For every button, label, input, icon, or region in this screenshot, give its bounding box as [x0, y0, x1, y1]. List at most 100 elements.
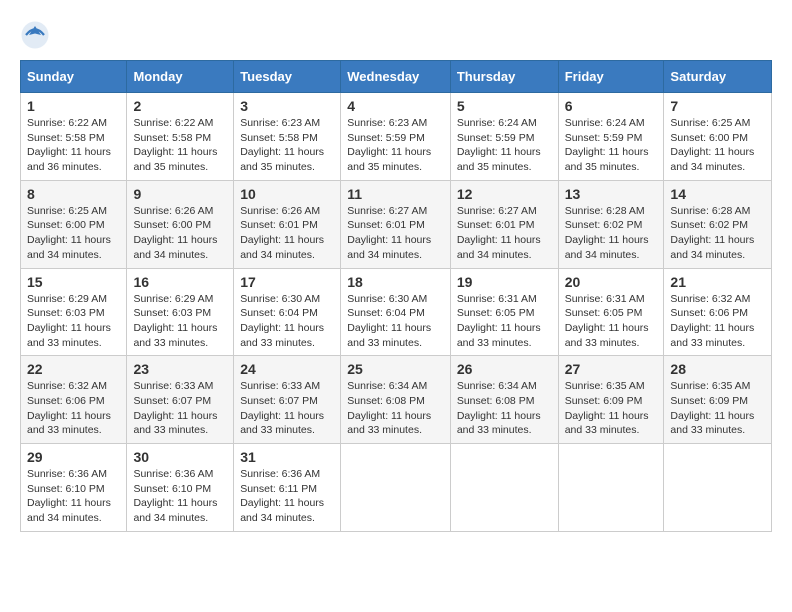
- day-info: Sunrise: 6:36 AM Sunset: 6:10 PM Dayligh…: [133, 467, 227, 526]
- day-info: Sunrise: 6:24 AM Sunset: 5:59 PM Dayligh…: [457, 116, 552, 175]
- calendar-cell: [450, 444, 558, 532]
- day-number: 20: [565, 274, 658, 290]
- day-number: 13: [565, 186, 658, 202]
- calendar-cell: 25 Sunrise: 6:34 AM Sunset: 6:08 PM Dayl…: [341, 356, 451, 444]
- calendar-cell: 13 Sunrise: 6:28 AM Sunset: 6:02 PM Dayl…: [558, 180, 664, 268]
- day-info: Sunrise: 6:36 AM Sunset: 6:10 PM Dayligh…: [27, 467, 120, 526]
- calendar-cell: 3 Sunrise: 6:23 AM Sunset: 5:58 PM Dayli…: [234, 93, 341, 181]
- day-info: Sunrise: 6:22 AM Sunset: 5:58 PM Dayligh…: [27, 116, 120, 175]
- calendar-cell: 5 Sunrise: 6:24 AM Sunset: 5:59 PM Dayli…: [450, 93, 558, 181]
- calendar-cell: 14 Sunrise: 6:28 AM Sunset: 6:02 PM Dayl…: [664, 180, 772, 268]
- calendar-header: SundayMondayTuesdayWednesdayThursdayFrid…: [21, 61, 772, 93]
- day-number: 12: [457, 186, 552, 202]
- day-info: Sunrise: 6:23 AM Sunset: 5:59 PM Dayligh…: [347, 116, 444, 175]
- day-info: Sunrise: 6:33 AM Sunset: 6:07 PM Dayligh…: [133, 379, 227, 438]
- calendar-cell: 7 Sunrise: 6:25 AM Sunset: 6:00 PM Dayli…: [664, 93, 772, 181]
- header-day-saturday: Saturday: [664, 61, 772, 93]
- calendar-cell: 16 Sunrise: 6:29 AM Sunset: 6:03 PM Dayl…: [127, 268, 234, 356]
- calendar-table: SundayMondayTuesdayWednesdayThursdayFrid…: [20, 60, 772, 532]
- day-info: Sunrise: 6:26 AM Sunset: 6:00 PM Dayligh…: [133, 204, 227, 263]
- day-number: 5: [457, 98, 552, 114]
- day-number: 31: [240, 449, 334, 465]
- calendar-cell: 26 Sunrise: 6:34 AM Sunset: 6:08 PM Dayl…: [450, 356, 558, 444]
- day-number: 30: [133, 449, 227, 465]
- day-number: 11: [347, 186, 444, 202]
- day-info: Sunrise: 6:36 AM Sunset: 6:11 PM Dayligh…: [240, 467, 334, 526]
- calendar-cell: [341, 444, 451, 532]
- calendar-cell: [664, 444, 772, 532]
- day-info: Sunrise: 6:25 AM Sunset: 6:00 PM Dayligh…: [670, 116, 765, 175]
- day-number: 10: [240, 186, 334, 202]
- calendar-cell: 18 Sunrise: 6:30 AM Sunset: 6:04 PM Dayl…: [341, 268, 451, 356]
- calendar-cell: 2 Sunrise: 6:22 AM Sunset: 5:58 PM Dayli…: [127, 93, 234, 181]
- day-info: Sunrise: 6:24 AM Sunset: 5:59 PM Dayligh…: [565, 116, 658, 175]
- day-info: Sunrise: 6:30 AM Sunset: 6:04 PM Dayligh…: [240, 292, 334, 351]
- page-header: [20, 20, 772, 50]
- day-number: 26: [457, 361, 552, 377]
- day-info: Sunrise: 6:25 AM Sunset: 6:00 PM Dayligh…: [27, 204, 120, 263]
- day-info: Sunrise: 6:33 AM Sunset: 6:07 PM Dayligh…: [240, 379, 334, 438]
- day-number: 15: [27, 274, 120, 290]
- day-info: Sunrise: 6:34 AM Sunset: 6:08 PM Dayligh…: [457, 379, 552, 438]
- day-info: Sunrise: 6:27 AM Sunset: 6:01 PM Dayligh…: [347, 204, 444, 263]
- day-number: 3: [240, 98, 334, 114]
- calendar-cell: 23 Sunrise: 6:33 AM Sunset: 6:07 PM Dayl…: [127, 356, 234, 444]
- calendar-week-2: 8 Sunrise: 6:25 AM Sunset: 6:00 PM Dayli…: [21, 180, 772, 268]
- day-info: Sunrise: 6:32 AM Sunset: 6:06 PM Dayligh…: [27, 379, 120, 438]
- calendar-cell: 11 Sunrise: 6:27 AM Sunset: 6:01 PM Dayl…: [341, 180, 451, 268]
- day-info: Sunrise: 6:26 AM Sunset: 6:01 PM Dayligh…: [240, 204, 334, 263]
- calendar-cell: 10 Sunrise: 6:26 AM Sunset: 6:01 PM Dayl…: [234, 180, 341, 268]
- logo-icon: [20, 20, 50, 50]
- day-info: Sunrise: 6:29 AM Sunset: 6:03 PM Dayligh…: [133, 292, 227, 351]
- day-info: Sunrise: 6:23 AM Sunset: 5:58 PM Dayligh…: [240, 116, 334, 175]
- calendar-cell: 12 Sunrise: 6:27 AM Sunset: 6:01 PM Dayl…: [450, 180, 558, 268]
- day-number: 18: [347, 274, 444, 290]
- calendar-body: 1 Sunrise: 6:22 AM Sunset: 5:58 PM Dayli…: [21, 93, 772, 532]
- day-info: Sunrise: 6:28 AM Sunset: 6:02 PM Dayligh…: [565, 204, 658, 263]
- calendar-week-5: 29 Sunrise: 6:36 AM Sunset: 6:10 PM Dayl…: [21, 444, 772, 532]
- header-day-friday: Friday: [558, 61, 664, 93]
- day-number: 6: [565, 98, 658, 114]
- logo: [20, 20, 54, 50]
- header-day-wednesday: Wednesday: [341, 61, 451, 93]
- day-number: 2: [133, 98, 227, 114]
- day-number: 27: [565, 361, 658, 377]
- day-number: 9: [133, 186, 227, 202]
- calendar-cell: 19 Sunrise: 6:31 AM Sunset: 6:05 PM Dayl…: [450, 268, 558, 356]
- header-day-sunday: Sunday: [21, 61, 127, 93]
- day-info: Sunrise: 6:30 AM Sunset: 6:04 PM Dayligh…: [347, 292, 444, 351]
- day-info: Sunrise: 6:22 AM Sunset: 5:58 PM Dayligh…: [133, 116, 227, 175]
- day-info: Sunrise: 6:31 AM Sunset: 6:05 PM Dayligh…: [565, 292, 658, 351]
- day-number: 22: [27, 361, 120, 377]
- day-number: 19: [457, 274, 552, 290]
- day-number: 8: [27, 186, 120, 202]
- day-number: 16: [133, 274, 227, 290]
- calendar-cell: 27 Sunrise: 6:35 AM Sunset: 6:09 PM Dayl…: [558, 356, 664, 444]
- day-number: 14: [670, 186, 765, 202]
- calendar-cell: 6 Sunrise: 6:24 AM Sunset: 5:59 PM Dayli…: [558, 93, 664, 181]
- day-info: Sunrise: 6:34 AM Sunset: 6:08 PM Dayligh…: [347, 379, 444, 438]
- day-number: 29: [27, 449, 120, 465]
- day-number: 4: [347, 98, 444, 114]
- day-info: Sunrise: 6:31 AM Sunset: 6:05 PM Dayligh…: [457, 292, 552, 351]
- calendar-cell: 8 Sunrise: 6:25 AM Sunset: 6:00 PM Dayli…: [21, 180, 127, 268]
- calendar-cell: 21 Sunrise: 6:32 AM Sunset: 6:06 PM Dayl…: [664, 268, 772, 356]
- calendar-cell: 9 Sunrise: 6:26 AM Sunset: 6:00 PM Dayli…: [127, 180, 234, 268]
- calendar-week-4: 22 Sunrise: 6:32 AM Sunset: 6:06 PM Dayl…: [21, 356, 772, 444]
- day-info: Sunrise: 6:28 AM Sunset: 6:02 PM Dayligh…: [670, 204, 765, 263]
- day-number: 7: [670, 98, 765, 114]
- day-info: Sunrise: 6:35 AM Sunset: 6:09 PM Dayligh…: [565, 379, 658, 438]
- day-number: 28: [670, 361, 765, 377]
- day-number: 1: [27, 98, 120, 114]
- calendar-cell: 17 Sunrise: 6:30 AM Sunset: 6:04 PM Dayl…: [234, 268, 341, 356]
- calendar-cell: 30 Sunrise: 6:36 AM Sunset: 6:10 PM Dayl…: [127, 444, 234, 532]
- calendar-cell: 31 Sunrise: 6:36 AM Sunset: 6:11 PM Dayl…: [234, 444, 341, 532]
- header-day-tuesday: Tuesday: [234, 61, 341, 93]
- calendar-cell: [558, 444, 664, 532]
- day-info: Sunrise: 6:27 AM Sunset: 6:01 PM Dayligh…: [457, 204, 552, 263]
- day-number: 23: [133, 361, 227, 377]
- header-row: SundayMondayTuesdayWednesdayThursdayFrid…: [21, 61, 772, 93]
- day-number: 24: [240, 361, 334, 377]
- calendar-cell: 1 Sunrise: 6:22 AM Sunset: 5:58 PM Dayli…: [21, 93, 127, 181]
- calendar-week-1: 1 Sunrise: 6:22 AM Sunset: 5:58 PM Dayli…: [21, 93, 772, 181]
